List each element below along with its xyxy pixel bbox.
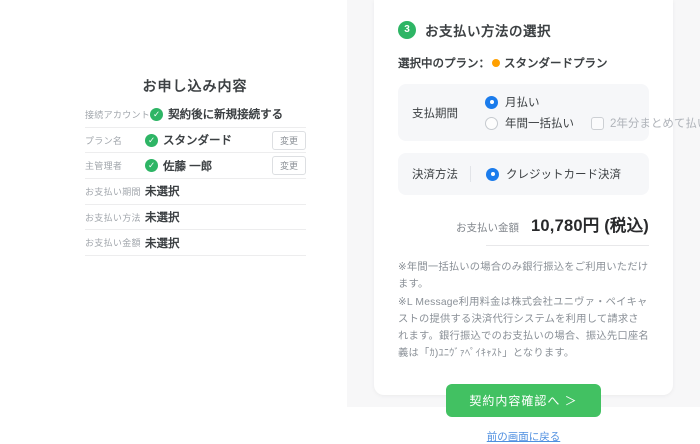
payment-period-options: 月払い 年間一括払い 2年分まとめて払い [485,94,700,131]
radio-credit-card-label: クレジットカード決済 [506,166,621,182]
row-value: スタンダード [163,132,232,148]
payment-notes: ※年間一括払いの場合のみ銀行振込をご利用いただけます。 ※L Message利用… [398,259,649,363]
confirm-contract-button[interactable]: 契約内容確認へ ＞ [446,384,600,417]
check-circle-icon: ✓ [145,134,158,147]
row-value: 契約後に新規接続する [168,106,283,122]
vertical-divider [470,166,471,182]
row-value: 佐藤 一郎 [163,158,212,174]
payment-method-box: 決済方法 クレジットカード決済 [398,153,649,195]
radio-credit-card[interactable]: クレジットカード決済 [486,166,621,182]
change-plan-button[interactable]: 変更 [272,131,306,150]
row-value-wrap: ✓ 佐藤 一郎 [145,158,272,174]
payment-method-label: 決済方法 [412,166,470,182]
summary-row-method: お支払い方法 未選択 [85,205,306,231]
radio-annual[interactable]: 年間一括払い [485,115,574,131]
payment-period-box: 支払期間 月払い 年間一括払い 2年分まとめて払い [398,84,649,141]
row-value-wrap: ✓ 契約後に新規接続する [150,106,306,122]
payment-method-options: クレジットカード決済 [486,166,621,182]
payment-amount-value: 10,780円 (税込) [531,212,649,236]
selected-plan-line: 選択中のプラン： スタンダードプラン [398,55,649,71]
row-label: プラン名 [85,134,145,147]
radio-selected-icon[interactable] [486,168,499,181]
row-value: 未選択 [145,209,180,225]
payment-amount-row: お支払い金額 10,780円 (税込) [398,212,649,236]
row-label: お支払い方法 [85,211,145,224]
page: お申し込み内容 接続アカウント ✓ 契約後に新規接続する プラン名 ✓ スタンダ… [0,0,700,407]
summary-row-period: お支払い期間 未選択 [85,179,306,205]
row-label: 主管理者 [85,159,145,172]
checkbox-icon[interactable] [591,117,604,130]
step-header: 3 お支払い方法の選択 [398,20,649,40]
row-value-wrap: 未選択 [145,183,306,199]
row-value: 未選択 [145,235,180,251]
note-billing-agent: ※L Message利用料金は株式会社ユニヴァ・ペイキャストの提供する決済代行シ… [398,294,649,363]
row-value-wrap: 未選択 [145,235,306,251]
radio-annual-label: 年間一括払い [505,115,574,131]
change-admin-button[interactable]: 変更 [272,156,306,175]
row-value-wrap: 未選択 [145,209,306,225]
order-summary-rows: 接続アカウント ✓ 契約後に新規接続する プラン名 ✓ スタンダード 変更 主管… [85,102,306,256]
step-title: お支払い方法の選択 [425,20,551,40]
plan-status-dot-icon [492,59,500,67]
check-circle-icon: ✓ [150,108,163,121]
row-label: 接続アカウント [85,108,150,121]
check-circle-icon: ✓ [145,159,158,172]
summary-row-admin: 主管理者 ✓ 佐藤 一郎 変更 [85,153,306,179]
step-number-badge: 3 [398,21,416,39]
row-label: お支払い金額 [85,236,145,249]
order-summary-title: お申し込み内容 [85,76,305,96]
radio-unselected-icon[interactable] [485,117,498,130]
annual-option-row: 年間一括払い 2年分まとめて払い [485,115,700,131]
row-label: お支払い期間 [85,185,145,198]
payment-period-label: 支払期間 [412,105,470,121]
payment-step-card: 3 お支払い方法の選択 選択中のプラン： スタンダードプラン 支払期間 月払い [374,0,673,395]
right-background: 3 お支払い方法の選択 選択中のプラン： スタンダードプラン 支払期間 月払い [347,0,700,407]
row-value: 未選択 [145,183,180,199]
note-bank-transfer: ※年間一括払いの場合のみ銀行振込をご利用いただけます。 [398,259,649,294]
radio-monthly[interactable]: 月払い [485,94,700,110]
selected-plan-value: スタンダードプラン [504,55,608,71]
radio-selected-icon[interactable] [485,96,498,109]
amount-divider [486,245,649,246]
summary-row-amount: お支払い金額 未選択 [85,230,306,256]
checkbox-two-year-label: 2年分まとめて払い [610,115,700,131]
payment-amount-label: お支払い金額 [456,220,519,235]
row-value-wrap: ✓ スタンダード [145,132,272,148]
selected-plan-label: 選択中のプラン： [398,55,490,71]
back-link[interactable]: 前の画面に戻る [398,429,649,444]
summary-row-plan: プラン名 ✓ スタンダード 変更 [85,128,306,154]
radio-monthly-label: 月払い [505,94,540,110]
summary-row-account: 接続アカウント ✓ 契約後に新規接続する [85,102,306,128]
checkbox-two-year[interactable]: 2年分まとめて払い [591,115,700,131]
